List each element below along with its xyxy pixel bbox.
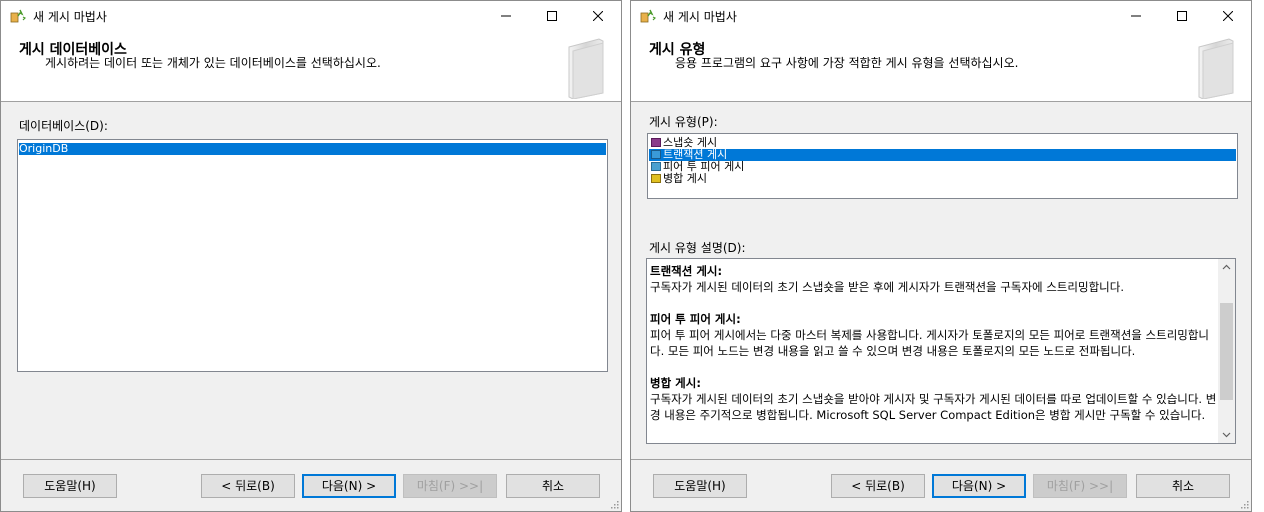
- wizard-banner-icon: [1198, 38, 1234, 99]
- help-button[interactable]: 도움말(H): [23, 474, 117, 498]
- database-list[interactable]: OriginDB: [17, 139, 608, 372]
- finish-button: 마침(F) >>|: [403, 474, 497, 498]
- back-button[interactable]: < 뒤로(B): [831, 474, 925, 498]
- finish-button: 마침(F) >>|: [1033, 474, 1127, 498]
- description-section: 병합 게시: 구독자가 게시된 데이터의 초기 스냅숏을 받아야 게시자 및 구…: [650, 375, 1217, 423]
- description-section-body: 피어 투 피어 게시에서는 다중 마스터 복제를 사용합니다. 게시자가 토폴로…: [650, 328, 1210, 358]
- list-item-snapshot[interactable]: 스냅숏 게시: [649, 137, 1236, 149]
- close-button[interactable]: [1205, 1, 1251, 31]
- maximize-icon: [1177, 11, 1187, 21]
- description-section-title: 병합 게시:: [650, 376, 701, 390]
- minimize-icon: [501, 15, 511, 17]
- minimize-button[interactable]: [1113, 1, 1159, 31]
- publication-type-label: 게시 유형(P):: [649, 115, 718, 129]
- next-button[interactable]: 다음(N) >: [302, 474, 396, 498]
- close-button[interactable]: [575, 1, 621, 31]
- description-section-body: 구독자가 게시된 데이터의 초기 스냅숏을 받은 후에 게시자가 트랜잭션을 구…: [650, 280, 1124, 294]
- list-item-peer-to-peer[interactable]: 피어 투 피어 게시: [649, 161, 1236, 173]
- page-description: 게시하려는 데이터 또는 개체가 있는 데이터베이스를 선택하십시오.: [45, 56, 381, 70]
- close-icon: [593, 11, 603, 21]
- peer-to-peer-publication-icon: [651, 162, 661, 171]
- wizard-header: 게시 유형 응용 프로그램의 요구 사항에 가장 적합한 게시 유형을 선택하십…: [631, 31, 1251, 102]
- description-section-title: 트랜잭션 게시:: [650, 264, 723, 278]
- description-section: 트랜잭션 게시: 구독자가 게시된 데이터의 초기 스냅숏을 받은 후에 게시자…: [650, 263, 1217, 295]
- description-label: 게시 유형 설명(D):: [649, 241, 746, 255]
- title-bar[interactable]: 새 게시 마법사: [631, 1, 1251, 31]
- database-label: 데이터베이스(D):: [19, 119, 108, 133]
- description-text: 트랜잭션 게시: 구독자가 게시된 데이터의 초기 스냅숏을 받은 후에 게시자…: [650, 263, 1217, 439]
- maximize-button[interactable]: [1159, 1, 1205, 31]
- transactional-publication-icon: [651, 150, 661, 159]
- scroll-down-icon[interactable]: [1218, 426, 1235, 443]
- description-section-title: 피어 투 피어 게시:: [650, 312, 741, 326]
- cancel-button[interactable]: 취소: [1136, 474, 1230, 498]
- title-bar[interactable]: 새 게시 마법사: [1, 1, 621, 31]
- wizard-app-icon: [10, 9, 26, 23]
- scrollbar-thumb[interactable]: [1220, 303, 1233, 400]
- vertical-scrollbar[interactable]: [1218, 259, 1235, 443]
- description-section-body: 구독자가 게시된 데이터의 초기 스냅숏을 받아야 게시자 및 구독자가 게시된…: [650, 392, 1217, 422]
- list-item-merge[interactable]: 병합 게시: [649, 173, 1236, 185]
- resize-grip-icon[interactable]: [609, 499, 619, 509]
- close-icon: [1223, 11, 1233, 21]
- footer-divider: [1, 459, 621, 460]
- cancel-button[interactable]: 취소: [506, 474, 600, 498]
- wizard-header: 게시 데이터베이스 게시하려는 데이터 또는 개체가 있는 데이터베이스를 선택…: [1, 31, 621, 102]
- maximize-icon: [547, 11, 557, 21]
- help-button[interactable]: 도움말(H): [653, 474, 747, 498]
- description-section: 피어 투 피어 게시: 피어 투 피어 게시에서는 다중 마스터 복제를 사용합…: [650, 311, 1217, 359]
- scroll-up-icon[interactable]: [1218, 259, 1235, 276]
- window-title: 새 게시 마법사: [663, 10, 737, 24]
- wizard-window-database: 새 게시 마법사 게시 데이터베이스 게시하려는 데이터 또는 개체가 있는 데…: [0, 0, 622, 512]
- footer-divider: [631, 459, 1251, 460]
- window-title: 새 게시 마법사: [33, 10, 107, 24]
- list-item-origindb[interactable]: OriginDB: [19, 143, 606, 155]
- back-button[interactable]: < 뒤로(B): [201, 474, 295, 498]
- wizard-banner-icon: [568, 38, 604, 99]
- minimize-button[interactable]: [483, 1, 529, 31]
- merge-publication-icon: [651, 174, 661, 183]
- publication-type-description[interactable]: 트랜잭션 게시: 구독자가 게시된 데이터의 초기 스냅숏을 받은 후에 게시자…: [646, 258, 1236, 444]
- maximize-button[interactable]: [529, 1, 575, 31]
- next-button[interactable]: 다음(N) >: [932, 474, 1026, 498]
- minimize-icon: [1131, 15, 1141, 17]
- page-description: 응용 프로그램의 요구 사항에 가장 적합한 게시 유형을 선택하십시오.: [675, 56, 1019, 70]
- snapshot-publication-icon: [651, 138, 661, 147]
- publication-type-list[interactable]: 스냅숏 게시 트랜잭션 게시 피어 투 피어 게시 병합 게시: [647, 133, 1238, 199]
- resize-grip-icon[interactable]: [1239, 499, 1249, 509]
- wizard-app-icon: [640, 9, 656, 23]
